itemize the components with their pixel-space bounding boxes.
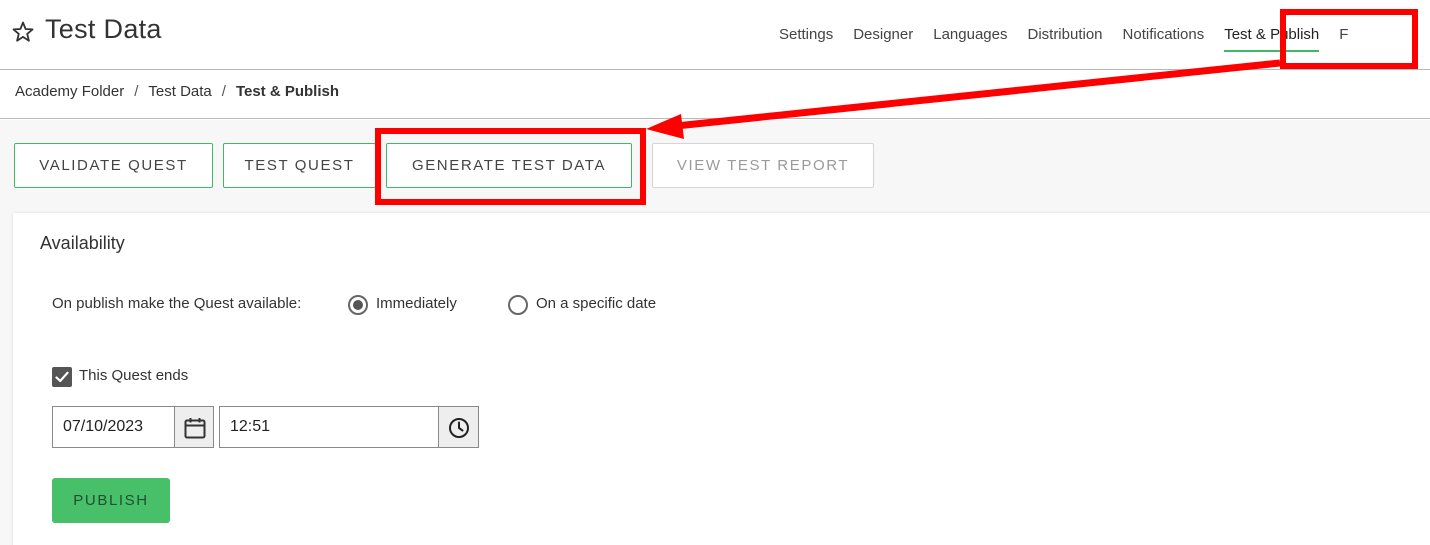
annotation-arrow bbox=[646, 59, 1281, 139]
